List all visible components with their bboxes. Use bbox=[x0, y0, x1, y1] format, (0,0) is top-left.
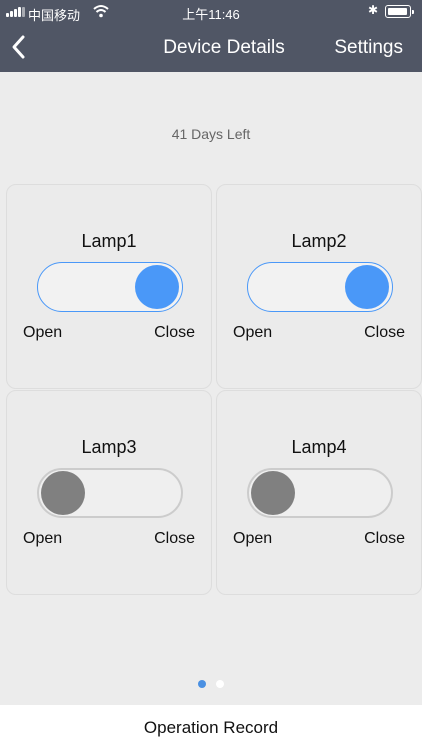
bluetooth-icon: ✱ bbox=[368, 3, 379, 17]
open-label: Open bbox=[233, 530, 273, 547]
open-label: Open bbox=[23, 530, 63, 547]
lamp4-toggle[interactable] bbox=[247, 468, 393, 518]
lamp1-toggle[interactable] bbox=[37, 262, 183, 312]
open-label: Open bbox=[23, 324, 63, 341]
lamp-card-2: Lamp2 Open Close bbox=[216, 184, 422, 389]
status-time: 上午11:46 bbox=[182, 7, 240, 22]
battery-icon bbox=[385, 5, 414, 18]
lamp2-toggle[interactable] bbox=[247, 262, 393, 312]
toggle-knob bbox=[251, 471, 295, 515]
close-label: Close bbox=[364, 530, 405, 547]
toggle-knob bbox=[41, 471, 85, 515]
lamp-name: Lamp4 bbox=[291, 437, 347, 457]
close-label: Close bbox=[154, 530, 195, 547]
toggle-knob bbox=[135, 265, 179, 309]
open-label: Open bbox=[233, 324, 273, 341]
lamp-name: Lamp1 bbox=[81, 231, 137, 251]
lamp-card-1: Lamp1 Open Close bbox=[6, 184, 212, 389]
page-title: Device Details bbox=[163, 37, 285, 58]
lamp-card-4: Lamp4 Open Close bbox=[216, 390, 422, 595]
page-dot-2[interactable] bbox=[216, 680, 224, 688]
chevron-left-icon[interactable] bbox=[8, 32, 32, 62]
top-header: 中国移动 上午11:46 ✱ Device Details Settings bbox=[0, 0, 422, 72]
days-left-text: 41 Days Left bbox=[171, 126, 251, 142]
close-label: Close bbox=[364, 324, 405, 341]
page-dot-1[interactable] bbox=[198, 680, 206, 688]
settings-button[interactable]: Settings bbox=[334, 37, 403, 59]
footer-bar: Operation Record bbox=[0, 705, 422, 750]
status-bar: 中国移动 上午11:46 ✱ bbox=[0, 0, 422, 24]
page-indicator[interactable] bbox=[0, 680, 422, 688]
lamp3-toggle[interactable] bbox=[37, 468, 183, 518]
toggle-knob bbox=[345, 265, 389, 309]
operation-record-button[interactable]: Operation Record bbox=[144, 718, 278, 738]
lamp-name: Lamp3 bbox=[81, 437, 137, 457]
lamp-card-3: Lamp3 Open Close bbox=[6, 390, 212, 595]
lamp-name: Lamp2 bbox=[291, 231, 347, 251]
close-label: Close bbox=[154, 324, 195, 341]
